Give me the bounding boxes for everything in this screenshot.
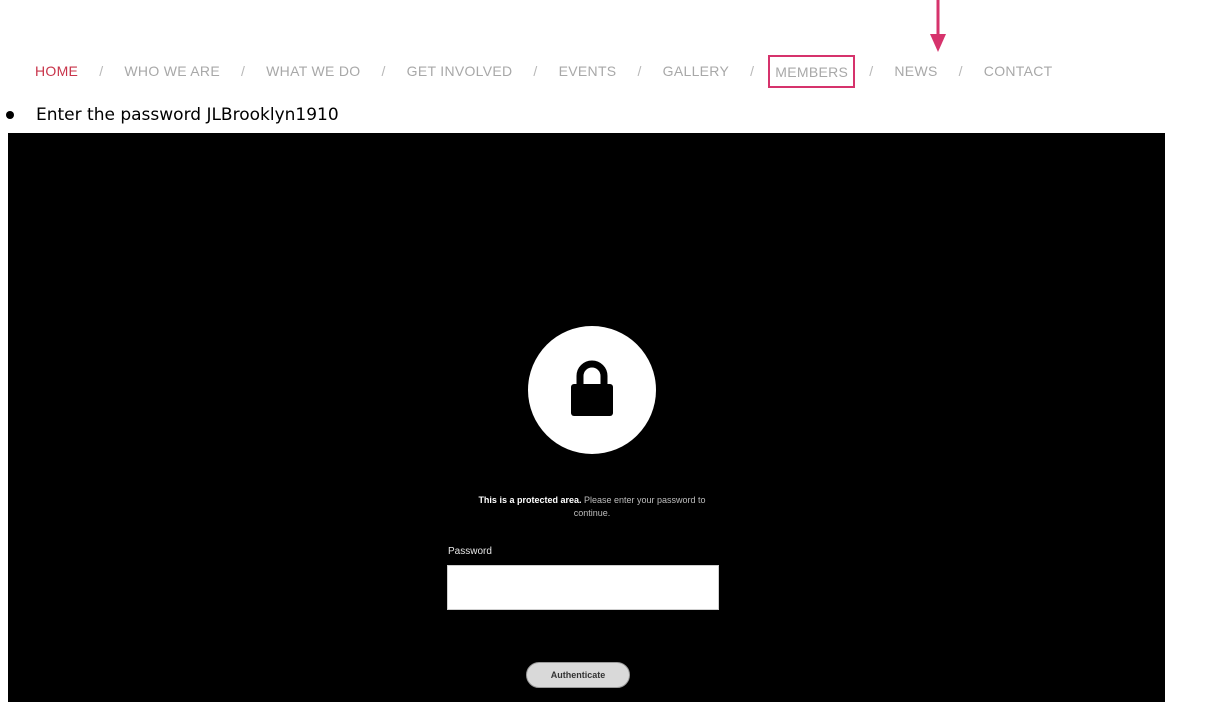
protected-message-rest: Please enter your password to continue. — [573, 495, 706, 518]
nav-separator: / — [869, 63, 874, 79]
nav-item-members[interactable]: MEMBERS — [768, 54, 856, 88]
nav-separator: / — [240, 63, 246, 79]
nav-item-news[interactable]: NEWS — [894, 63, 937, 79]
lock-icon — [571, 360, 613, 416]
lock-badge — [528, 326, 656, 454]
nav-item-who-we-are[interactable]: WHO WE ARE — [124, 63, 220, 79]
nav-item-get-involved[interactable]: GET INVOLVED — [407, 63, 513, 79]
instruction-line: Enter the password JLBrooklyn1910 — [0, 102, 339, 128]
nav-separator: / — [533, 63, 538, 79]
nav-item-what-we-do[interactable]: WHAT WE DO — [266, 63, 360, 79]
main-nav: HOME / WHO WE ARE / WHAT WE DO / GET INV… — [35, 54, 1053, 88]
nav-separator: / — [750, 63, 755, 79]
protected-message: This is a protected area. Please enter y… — [468, 494, 716, 520]
protected-area-panel: This is a protected area. Please enter y… — [8, 133, 1165, 702]
password-label: Password — [448, 546, 492, 557]
bullet-icon — [6, 111, 14, 119]
nav-item-gallery[interactable]: GALLERY — [663, 63, 729, 79]
nav-separator: / — [99, 63, 104, 79]
nav-item-events[interactable]: EVENTS — [559, 63, 617, 79]
instruction-text: Enter the password JLBrooklyn1910 — [36, 105, 339, 125]
nav-item-contact[interactable]: CONTACT — [984, 63, 1053, 79]
arrow-down-icon — [930, 0, 946, 52]
nav-item-home[interactable]: HOME — [35, 63, 78, 79]
password-input[interactable] — [447, 565, 719, 610]
authenticate-button[interactable]: Authenticate — [526, 662, 630, 688]
nav-separator: / — [958, 63, 963, 79]
protected-message-bold: This is a protected area. — [478, 495, 582, 505]
nav-separator: / — [381, 63, 386, 79]
nav-separator: / — [637, 63, 642, 79]
